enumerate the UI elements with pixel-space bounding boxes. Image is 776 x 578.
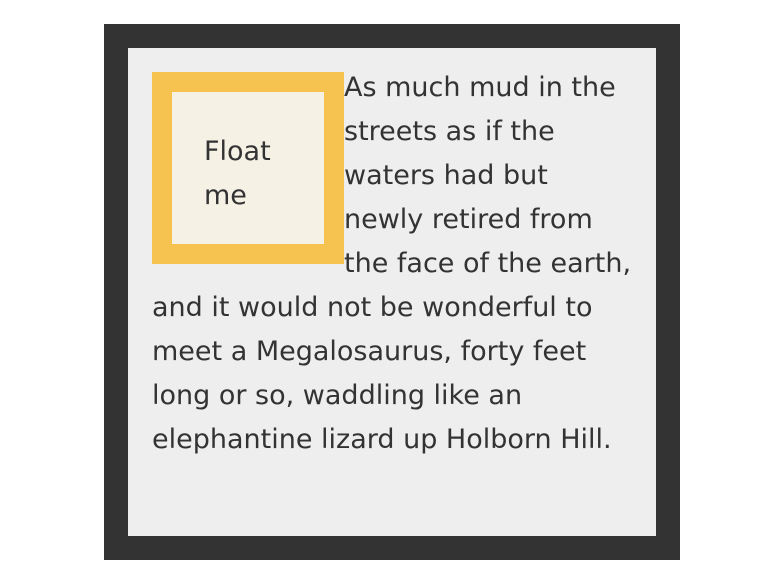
content-panel: Float me As much mud in the streets as i… xyxy=(128,48,656,536)
outer-frame: Float me As much mud in the streets as i… xyxy=(104,24,680,560)
body-paragraph: As much mud in the streets as if the wat… xyxy=(152,72,632,455)
content-area: Float me As much mud in the streets as i… xyxy=(152,72,634,468)
